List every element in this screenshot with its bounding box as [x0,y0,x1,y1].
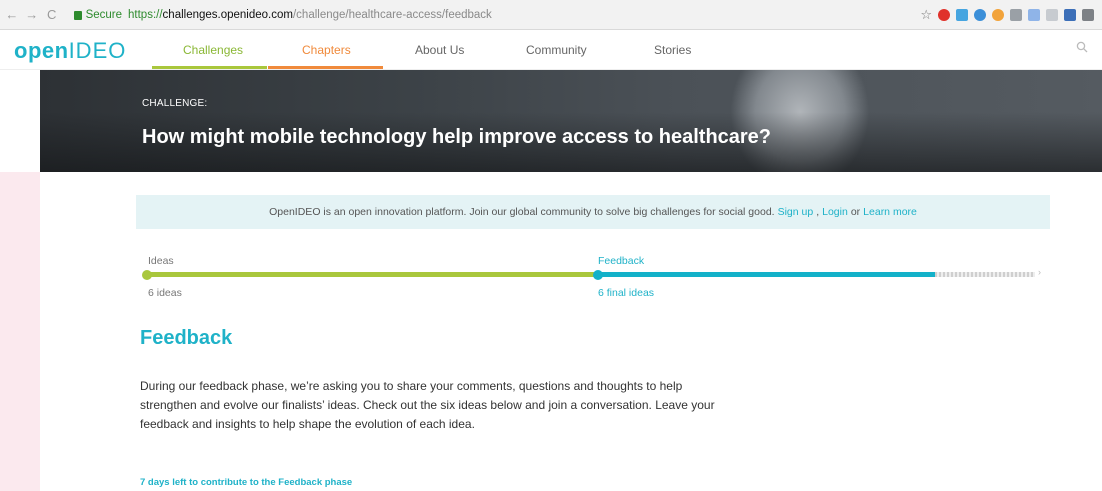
challenge-title: How might mobile technology help improve… [142,126,772,148]
nav-challenges-underline [152,66,267,69]
extension-icon[interactable] [1028,8,1040,21]
ideas-phase-track [146,272,598,277]
address-bar[interactable]: Secure https:// challenges.openideo.com … [68,4,921,26]
nav-stories[interactable]: Stories [654,43,691,57]
banner-or: or [850,206,861,218]
challenge-label: CHALLENGE: [142,98,208,109]
feedback-phase-track [598,272,935,277]
site-header: openIDEO Challenges Chapters About Us Co… [0,30,1102,70]
login-link[interactable]: Login [822,206,848,218]
phase-feedback-label[interactable]: Feedback [598,255,644,267]
feedback-phase-dot [593,270,603,280]
nav-challenges[interactable]: Challenges [183,43,243,57]
phase-feedback-count: 6 final ideas [598,287,655,299]
extension-icon[interactable] [1010,8,1022,21]
browser-toolbar: ← → C Secure https:// challenges.openide… [0,0,1102,30]
banner-text: OpenIDEO is an open innovation platform.… [269,206,775,218]
lock-icon [73,11,82,20]
reload-icon[interactable]: C [44,7,60,22]
timeline-end-arrow-icon: › [1038,267,1041,277]
signup-link[interactable]: Sign up [778,206,814,218]
nav-chapters-underline [268,66,383,69]
learn-more-link[interactable]: Learn more [863,206,917,218]
forward-icon[interactable]: → [24,7,40,22]
feedback-heading: Feedback [140,327,233,349]
extension-icon[interactable] [974,8,986,21]
bookmark-star-icon[interactable]: ☆ [920,7,932,23]
days-left-notice: 7 days left to contribute to the Feedbac… [140,477,353,488]
cast-icon[interactable] [1082,8,1094,21]
challenge-hero: CHALLENGE: How might mobile technology h… [40,70,1102,172]
extension-icon[interactable] [1046,8,1058,21]
banner-comma: , [816,206,820,218]
extension-icon[interactable] [956,8,968,21]
info-banner: OpenIDEO is an open innovation platform.… [136,195,1050,229]
extension-bar: ☆ [920,7,1094,23]
search-icon[interactable] [1076,41,1088,53]
left-edge-strip [0,172,40,491]
phase-ideas-label[interactable]: Ideas [148,255,174,267]
phase-ideas-count: 6 ideas [148,287,182,299]
nav-chapters[interactable]: Chapters [302,43,351,57]
opera-extension-icon[interactable] [938,8,950,21]
ideas-phase-dot [142,270,152,280]
remaining-phase-track [935,272,1035,277]
feedback-description: During our feedback phase, we’re asking … [140,379,715,431]
openideo-logo[interactable]: openIDEO [14,38,126,64]
back-icon[interactable]: ← [4,7,20,22]
extension-icon[interactable] [992,8,1004,21]
extension-icon[interactable] [1064,8,1076,21]
secure-indicator: Secure [73,9,122,21]
url-scheme: https:// [128,8,163,21]
url-path: /challenge/healthcare-access/feedback [292,8,492,21]
url-host: challenges.openideo.com [162,8,293,21]
nav-community[interactable]: Community [526,43,587,57]
nav-about-us[interactable]: About Us [415,43,464,57]
